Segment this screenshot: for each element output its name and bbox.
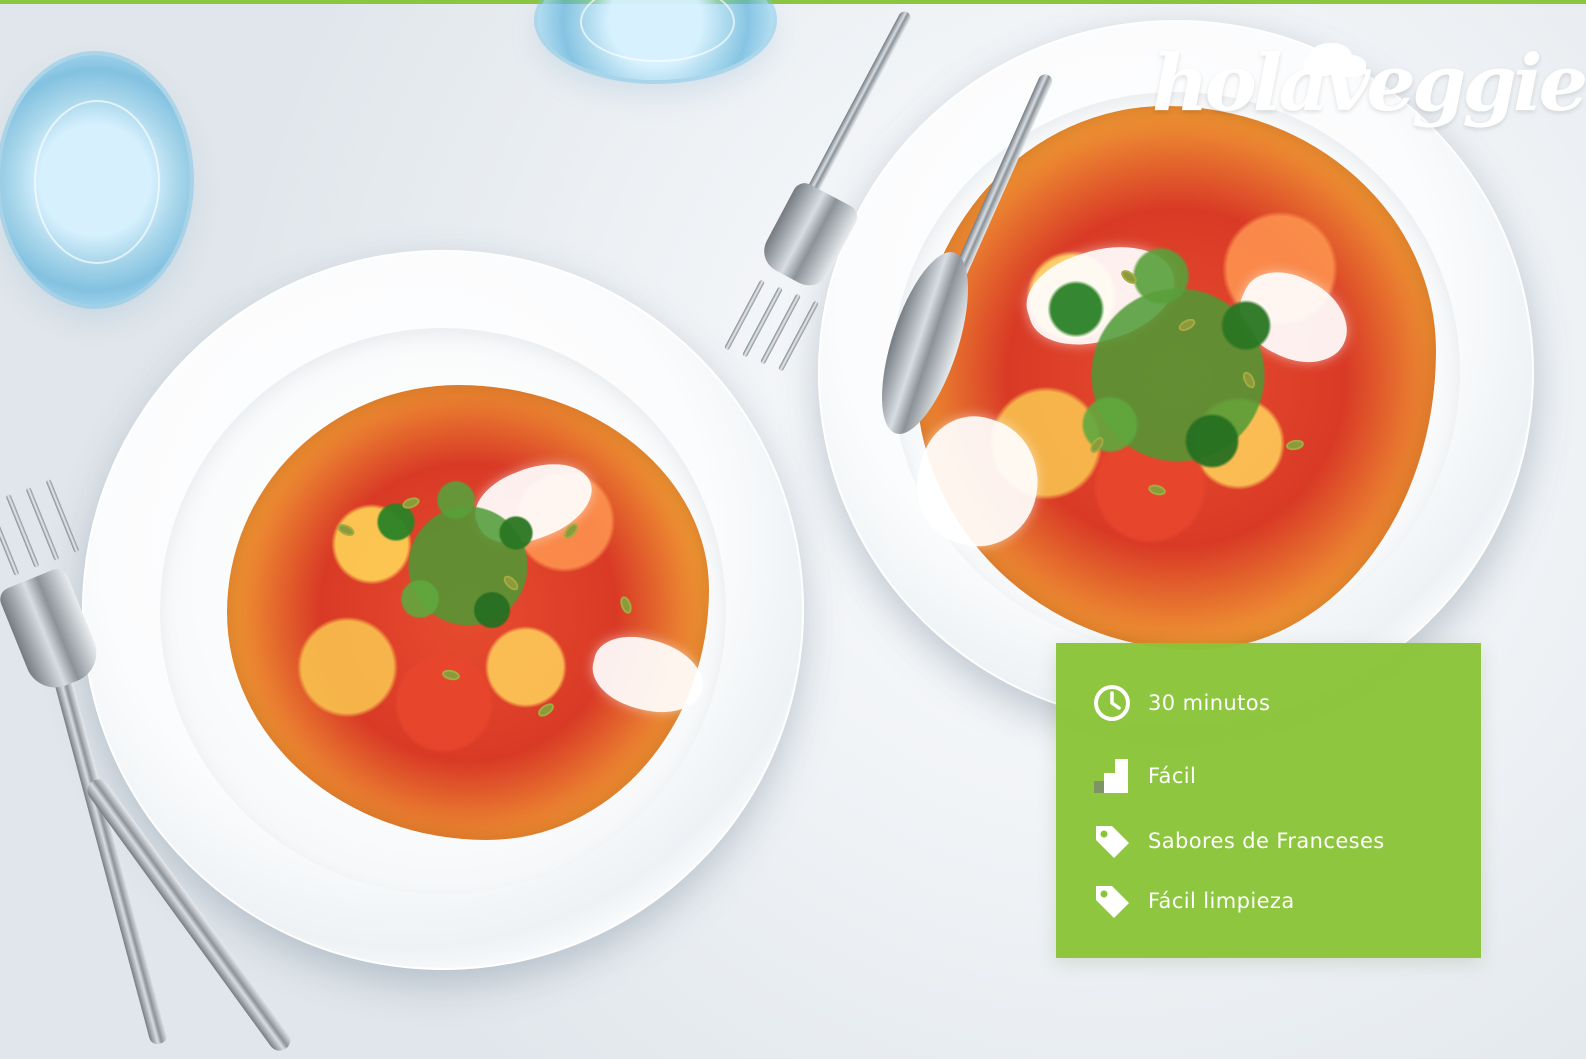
holaveggie-logo: holaveggie xyxy=(1152,43,1586,160)
recipe-tag: Fácil limpieza xyxy=(1148,888,1295,913)
tag-row: Fácil limpieza xyxy=(1092,879,1452,923)
left-bowl xyxy=(82,250,804,970)
tag-row: Sabores de Franceses xyxy=(1092,819,1452,863)
tag-icon xyxy=(1092,821,1132,861)
recipe-hero-page: holaveggie 30 minutos Fácil Sabores de F… xyxy=(0,0,1586,1059)
water-glass-left xyxy=(0,55,190,305)
difficulty-label: Fácil xyxy=(1148,763,1197,788)
recipe-tag: Sabores de Franceses xyxy=(1148,828,1385,853)
difficulty-bar-high xyxy=(1115,759,1128,793)
tag-icon xyxy=(1092,881,1132,921)
fork-tine xyxy=(741,286,784,358)
brand-leaf-icon xyxy=(1310,43,1352,73)
fork-tine xyxy=(759,293,802,365)
recipe-info-card: 30 minutos Fácil Sabores de Franceses Fá… xyxy=(1056,643,1481,958)
right-bowl-herbs xyxy=(1008,210,1348,540)
water-glass-top xyxy=(538,0,773,80)
cooking-time: 30 minutos xyxy=(1148,690,1271,715)
brand-name: holaveggie xyxy=(1152,38,1586,129)
cooking-time-row: 30 minutos xyxy=(1092,681,1452,725)
fork-tine xyxy=(777,300,820,372)
difficulty-icon xyxy=(1092,756,1132,796)
difficulty-bar-mid xyxy=(1104,773,1115,793)
left-bowl-herbs xyxy=(348,456,588,676)
difficulty-bar-low xyxy=(1094,781,1104,793)
fork-tine xyxy=(723,279,766,351)
difficulty-row: Fácil xyxy=(1092,754,1452,798)
clock-icon xyxy=(1092,683,1132,723)
top-accent-bar xyxy=(0,0,1586,4)
